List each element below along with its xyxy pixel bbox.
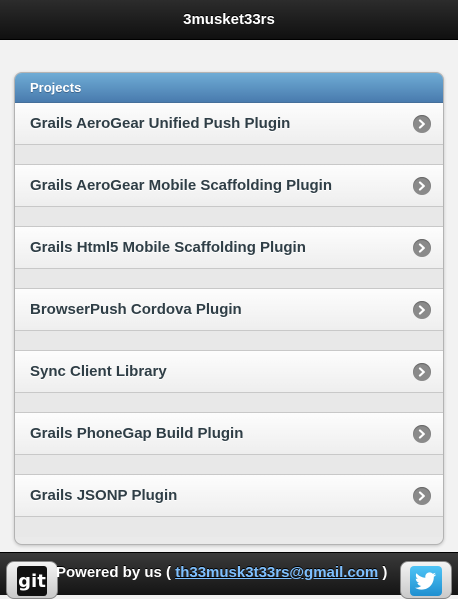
list-divider xyxy=(15,393,443,413)
project-item[interactable]: Grails PhoneGap Build Plugin xyxy=(15,413,443,455)
chevron-right-circle-icon xyxy=(413,114,431,133)
chevron-right-circle-icon xyxy=(413,362,431,381)
contact-email-link[interactable]: th33musk3t33rs@gmail.com xyxy=(175,564,378,581)
project-item-label: Grails AeroGear Unified Push Plugin xyxy=(30,115,291,132)
project-item-label: Grails Html5 Mobile Scaffolding Plugin xyxy=(30,239,306,256)
app-title: 3musket33rs xyxy=(183,11,275,28)
list-divider xyxy=(15,331,443,351)
list-divider xyxy=(15,145,443,165)
powered-by-suffix: ) xyxy=(378,564,388,581)
git-icon: git xyxy=(17,566,47,596)
project-item[interactable]: BrowserPush Cordova Plugin xyxy=(15,289,443,331)
project-item-label: Grails PhoneGap Build Plugin xyxy=(30,425,244,442)
projects-heading: Projects xyxy=(30,80,82,95)
project-item-label: Grails JSONP Plugin xyxy=(30,487,178,504)
chevron-right-circle-icon xyxy=(413,424,431,443)
list-divider xyxy=(15,269,443,289)
main-content: Projects Grails AeroGear Unified Push Pl… xyxy=(0,40,458,552)
project-item[interactable]: Grails AeroGear Unified Push Plugin xyxy=(15,103,443,145)
app-footer: git Powered by us ( th33musk3t33rs@gmail… xyxy=(0,552,458,599)
list-divider xyxy=(15,207,443,227)
chevron-right-circle-icon xyxy=(413,176,431,195)
twitter-icon xyxy=(410,566,442,596)
powered-by-prefix: Powered by us ( xyxy=(56,564,176,581)
app-header: 3musket33rs xyxy=(0,0,458,40)
git-button[interactable]: git xyxy=(6,561,58,599)
project-item-label: Sync Client Library xyxy=(30,363,167,380)
project-item[interactable]: Sync Client Library xyxy=(15,351,443,393)
projects-list-header: Projects xyxy=(15,73,443,103)
chevron-right-circle-icon xyxy=(413,238,431,257)
chevron-right-circle-icon xyxy=(413,300,431,319)
list-divider xyxy=(15,517,443,537)
list-divider xyxy=(15,455,443,475)
project-item[interactable]: Grails Html5 Mobile Scaffolding Plugin xyxy=(15,227,443,269)
projects-list: Projects Grails AeroGear Unified Push Pl… xyxy=(14,72,444,545)
project-item[interactable]: Grails JSONP Plugin xyxy=(15,475,443,517)
twitter-button[interactable] xyxy=(400,561,452,599)
chevron-right-circle-icon xyxy=(413,486,431,505)
project-item-label: BrowserPush Cordova Plugin xyxy=(30,301,242,318)
project-item-label: Grails AeroGear Mobile Scaffolding Plugi… xyxy=(30,177,332,194)
project-item[interactable]: Grails AeroGear Mobile Scaffolding Plugi… xyxy=(15,165,443,207)
powered-by-text: Powered by us ( th33musk3t33rs@gmail.com… xyxy=(56,564,387,581)
git-icon-label: git xyxy=(18,570,46,592)
